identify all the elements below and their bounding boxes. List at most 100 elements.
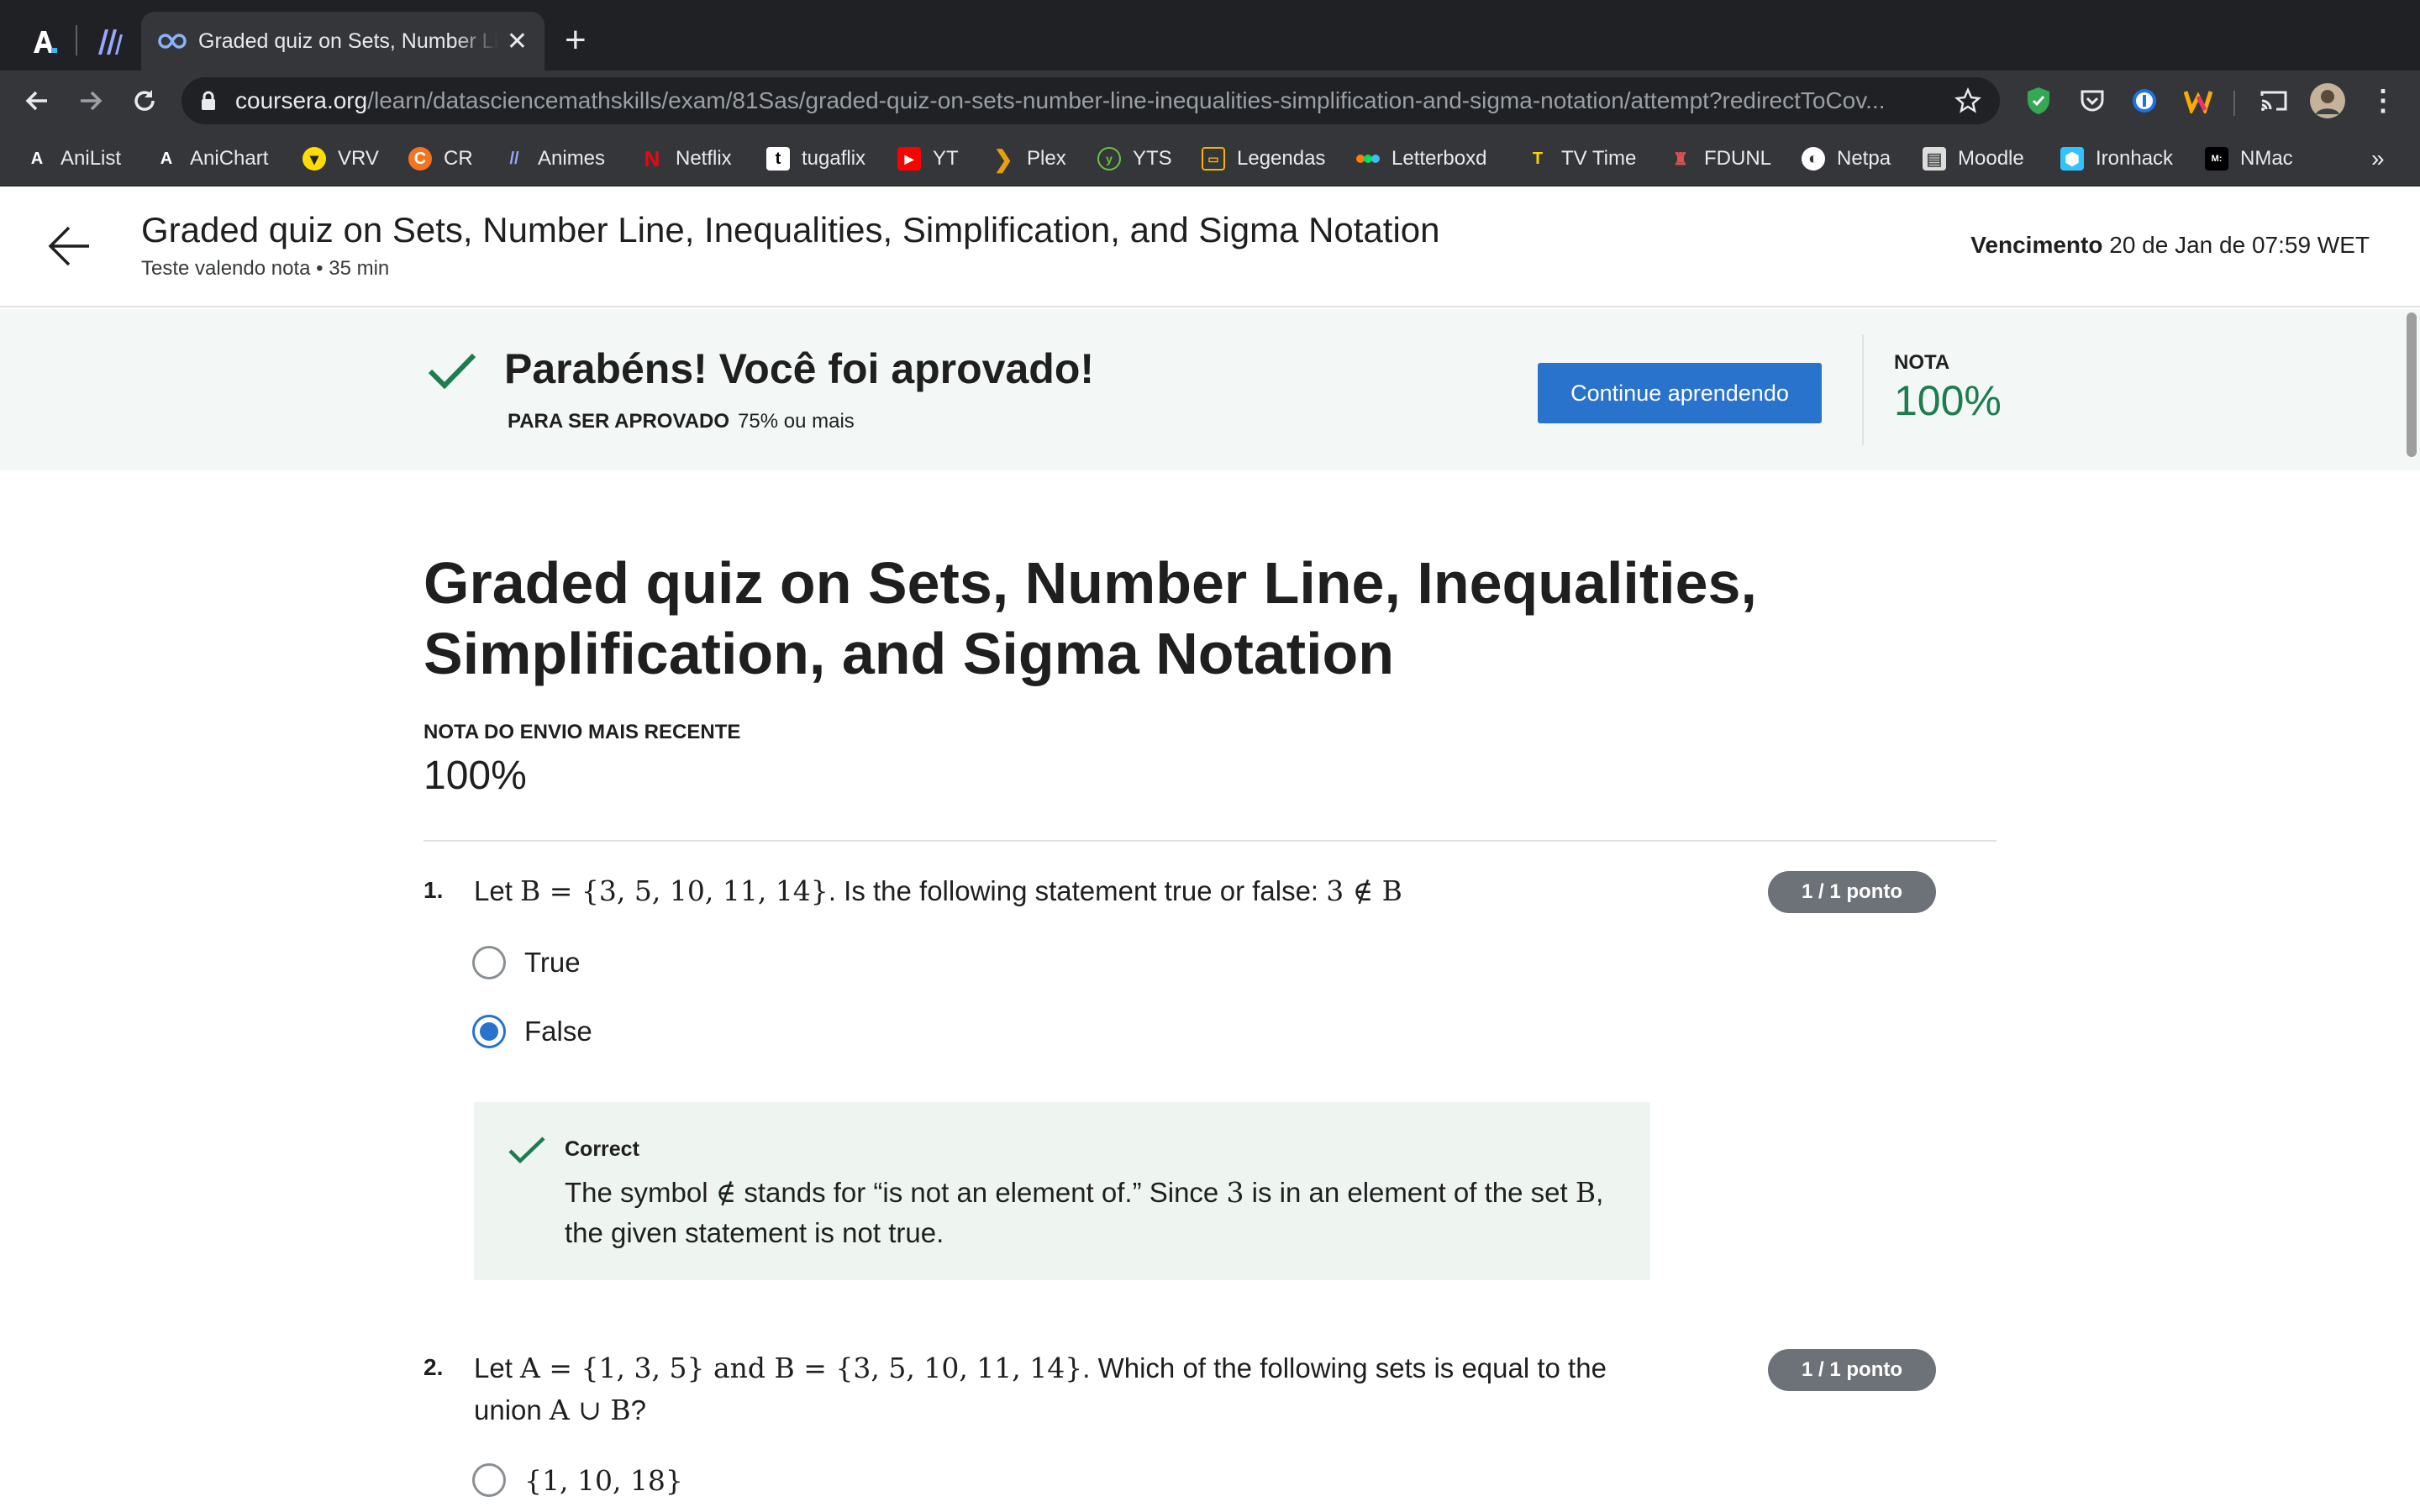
question-1-points-badge: 1 / 1 ponto: [1768, 871, 1936, 913]
anichart-icon: A: [160, 149, 173, 168]
banner-divider: [1862, 334, 1864, 445]
new-tab-button[interactable]: +: [565, 22, 587, 59]
bookmark-nmac[interactable]: M: NMac: [2205, 143, 2293, 175]
anilist-icon: A: [30, 149, 44, 168]
bookmark-yt[interactable]: ▶ YT: [897, 143, 959, 175]
extension-pocket[interactable]: [2074, 82, 2111, 119]
bookmark-vrv[interactable]: ▾ VRV: [302, 143, 379, 175]
nmac-icon: M:: [2205, 147, 2228, 171]
legendas-icon: ▭: [1202, 147, 1225, 171]
due-date: Vencimento 20 de Jan de 07:59 WET: [1970, 232, 2370, 258]
anilist-icon: [34, 31, 57, 53]
bookmarks-bar: A AniList A AniChart ▾ VRV C CR //Animes N Ne…: [0, 131, 2420, 186]
more-bookmarks-button[interactable]: »: [2371, 143, 2385, 175]
question-1-option-false[interactable]: False: [472, 1015, 592, 1048]
avatar-icon: [2310, 83, 2345, 118]
success-check-icon: [427, 351, 477, 396]
w-extension-icon: [2184, 91, 2212, 113]
pinned-tab-anilist[interactable]: [25, 18, 66, 66]
grade-value: 100%: [1894, 377, 2002, 424]
address-bar[interactable]: coursera.org/learn/datasciencemathskills…: [182, 77, 2000, 124]
continue-learning-button[interactable]: Continue aprendendo: [1538, 363, 1822, 423]
section-divider: [424, 840, 1996, 842]
reload-icon: [134, 90, 155, 111]
question-1-number: 1.: [424, 877, 444, 903]
question-2-number: 2.: [424, 1354, 444, 1380]
ironhack-icon: ⬢: [2060, 147, 2084, 171]
lock-icon: [202, 91, 215, 110]
bookmark-cr[interactable]: C CR: [408, 143, 473, 175]
pocket-icon: [2081, 90, 2104, 112]
bookmark-yts[interactable]: y YTS: [1097, 143, 1172, 175]
reload-button[interactable]: [124, 81, 165, 121]
bookmark-plex[interactable]: ❯ Plex: [992, 143, 1065, 175]
browser-toolbar: coursera.org/learn/datasciencemathskills…: [0, 71, 2420, 131]
moodle-icon: ▤: [1923, 147, 1946, 171]
extension-w[interactable]: [2180, 82, 2217, 119]
toolbar-separator: [2233, 91, 2235, 116]
bookmark-netpa[interactable]: ◐ Netpa: [1802, 143, 1891, 175]
back-button[interactable]: [17, 81, 57, 121]
radio-unchecked[interactable]: [472, 1463, 506, 1497]
tab-title: Graded quiz on Sets, Number Line, Inequa…: [198, 29, 498, 53]
question-2-points-badge: 1 / 1 ponto: [1768, 1349, 1936, 1391]
bookmark-moodle[interactable]: ▤ Moodle: [1923, 143, 2024, 175]
browser-tab-bar: Graded quiz on Sets, Number Line, Inequa…: [0, 0, 2420, 71]
bookmark-tugaflix[interactable]: t tugaflix: [766, 143, 865, 175]
bookmark-anilist[interactable]: A AniList: [25, 143, 121, 175]
coursera-infinity-icon: [158, 34, 187, 49]
netflix-icon: N: [644, 145, 660, 171]
bookmark-letterboxd[interactable]: Letterboxd: [1356, 143, 1486, 175]
forward-button[interactable]: [71, 81, 111, 121]
animes-icon: //: [509, 149, 519, 168]
crunchyroll-icon: C: [408, 147, 432, 171]
browser-menu-icon[interactable]: ⋮: [2365, 82, 2402, 119]
cast-button[interactable]: [2255, 82, 2292, 119]
animes-icon: [98, 29, 123, 55]
bookmark-fdunl[interactable]: ♜ FDUNL: [1669, 143, 1771, 175]
question-1-prompt: Let B = {3, 5, 10, 11, 14}. Is the follo…: [474, 874, 1402, 907]
yts-icon: y: [1097, 147, 1121, 171]
bookmark-ironhack[interactable]: ⬢ Ironhack: [2060, 143, 2173, 175]
profile-avatar[interactable]: [2309, 82, 2346, 119]
recent-grade-value: 100%: [424, 753, 527, 798]
passed-banner: Parabéns! Você foi aprovado! PARA SER AP…: [0, 309, 2420, 470]
plex-icon: ❯: [993, 145, 1013, 172]
radio-unchecked[interactable]: [472, 946, 506, 979]
correct-check-icon: [508, 1136, 546, 1170]
back-to-course-button[interactable]: [47, 223, 92, 273]
active-tab[interactable]: Graded quiz on Sets, Number Line, Inequa…: [141, 12, 544, 71]
netpa-icon: ◐: [1802, 147, 1825, 171]
tugaflix-icon: t: [766, 147, 790, 171]
question-1-feedback: Correct The symbol ∉ stands for “is not …: [474, 1102, 1650, 1280]
extension-1password[interactable]: [2126, 82, 2163, 119]
bookmark-star-icon[interactable]: [1954, 87, 1981, 114]
letterboxd-icon: [1356, 147, 1380, 171]
extension-shield[interactable]: [2020, 82, 2057, 119]
radio-checked[interactable]: [472, 1015, 506, 1048]
tab-close-icon[interactable]: ✕: [507, 27, 528, 56]
question-2-option-1[interactable]: {1, 10, 18}: [472, 1463, 683, 1497]
bookmark-netflix[interactable]: N Netflix: [640, 143, 732, 175]
tvtime-icon: T: [1532, 149, 1544, 168]
pinned-tab-separator: [76, 25, 77, 55]
question-2-prompt: Let A = {1, 3, 5} and B = {3, 5, 10, 11,…: [474, 1352, 1607, 1426]
page-scrollbar[interactable]: [2407, 312, 2417, 457]
grade-label: NOTA: [1894, 351, 1950, 374]
question-1-option-true[interactable]: True: [472, 946, 581, 979]
pinned-tab-animes[interactable]: [89, 18, 129, 66]
bookmark-tvtime[interactable]: T TV Time: [1526, 143, 1636, 175]
banner-title: Parabéns! Você foi aprovado!: [504, 345, 1095, 392]
fdunl-icon: ♜: [1673, 150, 1688, 169]
back-arrow-icon: [25, 91, 47, 111]
feedback-text: The symbol ∉ stands for “is not an eleme…: [565, 1176, 1604, 1248]
header-subtitle: Teste valendo nota • 35 min: [141, 257, 390, 280]
bookmark-legendas[interactable]: ▭ Legendas: [1202, 143, 1325, 175]
bookmark-animes[interactable]: //Animes: [502, 143, 605, 175]
bookmark-anichart[interactable]: A AniChart: [155, 143, 269, 175]
arrow-left-icon: [48, 226, 89, 266]
feedback-title: Correct: [565, 1137, 639, 1161]
pass-requirement: PARA SER APROVADO 75% ou mais: [508, 410, 855, 433]
quiz-header: Graded quiz on Sets, Number Line, Inequa…: [0, 186, 2420, 307]
header-title: Graded quiz on Sets, Number Line, Inequa…: [141, 210, 1440, 249]
